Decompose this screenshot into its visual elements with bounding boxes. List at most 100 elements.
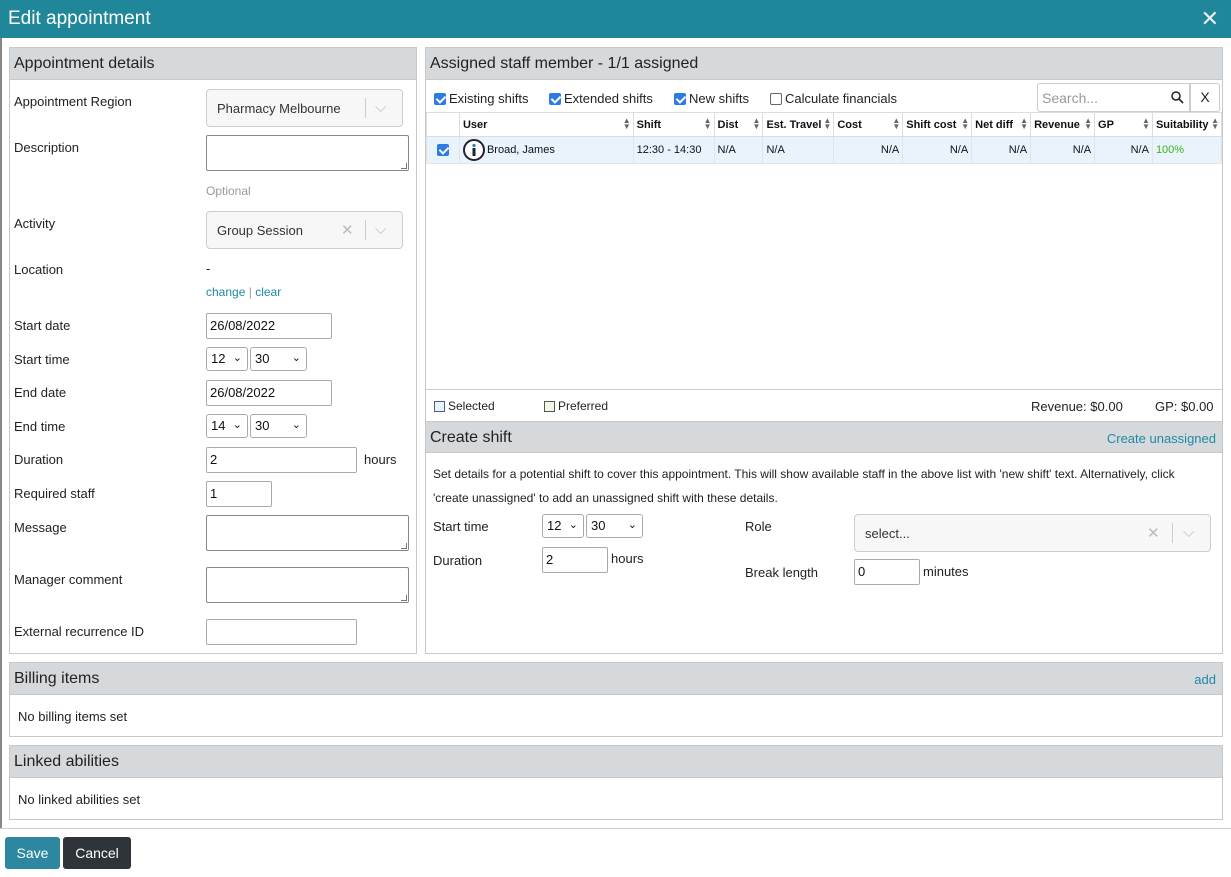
linked-abilities-panel: Linked abilities No linked abilities set: [9, 745, 1223, 820]
search-clear-button[interactable]: X: [1190, 83, 1220, 112]
table-row[interactable]: Broad, James 12:30 - 14:30 N/A N/A N/A N…: [426, 136, 1223, 164]
break-length-field[interactable]: 0: [854, 559, 920, 585]
create-shift-help-line1: Set details for a potential shift to cov…: [433, 467, 1175, 481]
billing-items-panel: Billing items add No billing items set: [9, 662, 1223, 737]
shift-duration-field[interactable]: 2: [542, 547, 608, 573]
start-date-label: Start date: [14, 318, 71, 333]
row-select-cell[interactable]: [426, 136, 460, 164]
region-select[interactable]: Pharmacy Melbourne ⌵: [206, 89, 403, 127]
external-id-label: External recurrence ID: [14, 624, 145, 639]
info-icon[interactable]: [462, 139, 485, 161]
staff-table-header: User ▲ ▼ Shift ▲ ▼ Dist ▲ ▼ Est. Travel ▲ ▼ Cost…: [426, 112, 1223, 137]
sort-icon[interactable]: ▲ ▼: [1211, 117, 1219, 131]
end-hour-select[interactable]: 14 ⌄: [206, 414, 248, 438]
billing-empty-text: No billing items set: [18, 709, 128, 724]
sort-icon[interactable]: ▲ ▼: [892, 117, 900, 131]
checkbox-unchecked-icon[interactable]: [770, 93, 782, 105]
column-header-est-travel[interactable]: Est. Travel ▲ ▼: [762, 112, 835, 137]
user-cell: Broad, James: [458, 136, 634, 164]
legend-selected: Selected: [434, 399, 495, 413]
sort-icon[interactable]: ▲ ▼: [1142, 117, 1150, 131]
filter-existing-shifts[interactable]: Existing shifts: [434, 91, 528, 106]
revenue-total: Revenue: $0.00: [1031, 399, 1123, 414]
external-id-field[interactable]: [206, 619, 357, 645]
end-time-label: End time: [14, 419, 66, 434]
column-header-shift[interactable]: Shift ▲ ▼: [632, 112, 715, 137]
sort-icon[interactable]: ▲ ▼: [1020, 117, 1028, 131]
manager-comment-field[interactable]: [206, 567, 409, 603]
activity-value: Group Session: [217, 223, 303, 238]
dialog-title: Edit appointment: [8, 8, 151, 29]
abilities-empty-text: No linked abilities set: [18, 792, 141, 807]
column-header-gp[interactable]: GP ▲ ▼: [1094, 112, 1153, 137]
shift-cell: 12:30 - 14:30: [632, 136, 715, 164]
assigned-staff-heading: Assigned staff member - 1/1 assigned: [426, 48, 1222, 80]
required-staff-field[interactable]: 1: [206, 481, 272, 507]
save-button[interactable]: Save: [5, 837, 60, 869]
billing-items-heading: Billing items add: [10, 663, 1222, 695]
chevron-down-icon: ⌄: [627, 519, 637, 531]
search-placeholder: Search...: [1042, 90, 1099, 106]
sort-icon[interactable]: ▲ ▼: [823, 117, 831, 131]
break-length-label: Break length: [745, 565, 818, 580]
cancel-button[interactable]: Cancel: [63, 837, 131, 869]
sort-icon[interactable]: ▲ ▼: [623, 117, 631, 131]
est-travel-cell: N/A: [762, 136, 835, 164]
location-clear-link[interactable]: clear: [255, 285, 281, 299]
checkbox-checked-icon[interactable]: [434, 93, 446, 105]
sort-icon[interactable]: ▲ ▼: [961, 117, 969, 131]
close-icon[interactable]: ✕: [1201, 6, 1219, 32]
region-label: Appointment Region: [14, 94, 132, 109]
column-header-net-diff[interactable]: Net diff ▲ ▼: [971, 112, 1032, 137]
chevron-down-icon: ⌄: [568, 519, 578, 531]
create-shift-help-line2: 'create unassigned' to add an unassigned…: [433, 491, 778, 505]
start-hour-select[interactable]: 12 ⌄: [206, 347, 248, 371]
sort-icon[interactable]: ▲ ▼: [753, 117, 761, 131]
description-field[interactable]: [206, 135, 409, 171]
column-header-cost[interactable]: Cost ▲ ▼: [833, 112, 904, 137]
activity-select[interactable]: Group Session ✕ ⌵: [206, 211, 403, 249]
chevron-down-icon: ⌄: [232, 419, 242, 431]
location-links: change | clear: [206, 285, 282, 299]
role-select[interactable]: select... ✕ ⌵: [854, 514, 1211, 552]
suitability-cell: 100%: [1151, 136, 1223, 164]
checkbox-checked-icon[interactable]: [436, 143, 449, 156]
revenue-cell: N/A: [1030, 136, 1096, 164]
location-change-link[interactable]: change: [206, 285, 245, 299]
start-minute-select[interactable]: 30 ⌄: [250, 347, 307, 371]
clear-icon[interactable]: ✕: [1147, 524, 1160, 542]
checkbox-checked-icon[interactable]: [549, 93, 561, 105]
required-staff-label: Required staff: [14, 486, 95, 501]
column-header-shift-cost[interactable]: Shift cost ▲ ▼: [902, 112, 973, 137]
location-value: -: [206, 261, 211, 276]
start-date-field[interactable]: 26/08/2022: [206, 313, 332, 339]
end-date-field[interactable]: 26/08/2022: [206, 380, 332, 406]
column-header-dist[interactable]: Dist ▲ ▼: [713, 112, 764, 137]
column-header-revenue[interactable]: Revenue ▲ ▼: [1030, 112, 1096, 137]
dist-cell: N/A: [713, 136, 764, 164]
end-minute-select[interactable]: 30 ⌄: [250, 414, 307, 438]
shift-start-hour-select[interactable]: 12 ⌄: [542, 514, 584, 538]
sort-icon[interactable]: ▲ ▼: [1084, 117, 1092, 131]
billing-add-link[interactable]: add: [1194, 672, 1216, 687]
sort-icon[interactable]: ▲ ▼: [704, 117, 712, 131]
filter-extended-shifts[interactable]: Extended shifts: [549, 91, 653, 106]
search-icon: [1171, 91, 1184, 104]
checkbox-checked-icon[interactable]: [674, 93, 686, 105]
create-unassigned-link[interactable]: Create unassigned: [1107, 431, 1216, 446]
column-header-suitability[interactable]: Suitability ▲ ▼: [1151, 112, 1223, 137]
staff-table-footer-divider: [426, 389, 1222, 390]
column-header-user[interactable]: User ▲ ▼: [458, 112, 634, 137]
dialog-titlebar: Edit appointment ✕: [0, 0, 1231, 38]
staff-search-input[interactable]: Search...: [1037, 83, 1190, 112]
clear-icon[interactable]: ✕: [341, 221, 354, 239]
cost-cell: N/A: [833, 136, 904, 164]
shift-start-minute-select[interactable]: 30 ⌄: [586, 514, 643, 538]
legend-selected-swatch: [434, 401, 445, 412]
duration-field[interactable]: 2: [206, 447, 357, 473]
filter-new-shifts[interactable]: New shifts: [674, 91, 749, 106]
message-field[interactable]: [206, 515, 409, 551]
filter-calculate-financials[interactable]: Calculate financials: [770, 91, 897, 106]
description-optional-hint: Optional: [206, 184, 251, 198]
shift-start-time-label: Start time: [433, 519, 489, 534]
